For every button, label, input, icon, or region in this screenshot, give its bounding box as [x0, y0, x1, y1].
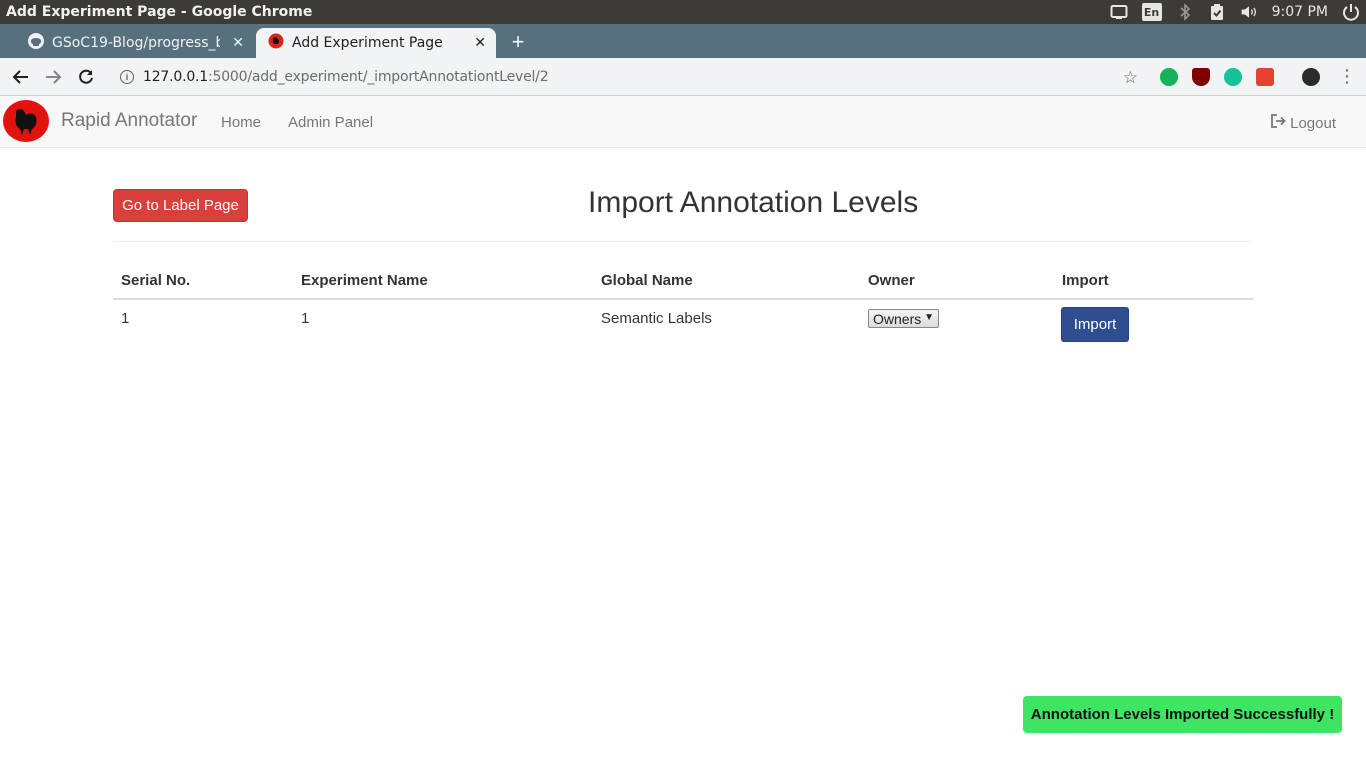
browser-tab-strip: GSoC19-Blog/progress_b ✕ Add Experiment … — [0, 24, 1366, 58]
column-header-serial: Serial No. — [121, 272, 191, 289]
success-toast: Annotation Levels Imported Successfully … — [1023, 696, 1342, 733]
todoist-icon[interactable] — [1256, 68, 1274, 86]
import-button[interactable]: Import — [1061, 307, 1129, 342]
back-arrow-icon[interactable] — [10, 66, 32, 88]
logout-icon — [1271, 114, 1286, 132]
site-info-icon[interactable]: i — [120, 70, 134, 84]
grammarly-icon[interactable] — [1224, 68, 1242, 86]
tab-label: GSoC19-Blog/progress_b — [52, 35, 220, 51]
github-icon — [28, 33, 44, 53]
screen-icon[interactable] — [1110, 3, 1128, 21]
browser-toolbar: i 127.0.0.1:5000/add_experiment/_importA… — [0, 58, 1366, 96]
close-icon[interactable]: ✕ — [232, 35, 244, 51]
nav-admin-panel-link[interactable]: Admin Panel — [288, 114, 373, 131]
bookmark-star-icon[interactable]: ☆ — [1123, 68, 1138, 88]
tab-label: Add Experiment Page — [292, 35, 443, 51]
rooster-favicon-icon — [268, 33, 284, 53]
close-icon[interactable]: ✕ — [474, 35, 486, 51]
table-header-divider — [113, 298, 1253, 300]
bluetooth-icon[interactable] — [1176, 3, 1194, 21]
column-header-import: Import — [1062, 272, 1109, 289]
owner-select[interactable]: Owners ▼ — [868, 309, 939, 328]
reload-icon[interactable] — [75, 66, 97, 88]
new-tab-button[interactable]: + — [506, 30, 530, 54]
column-header-owner: Owner — [868, 272, 915, 289]
page-title: Import Annotation Levels — [588, 186, 919, 219]
divider — [113, 241, 1253, 242]
forward-arrow-icon[interactable] — [42, 66, 64, 88]
column-header-global-name: Global Name — [601, 272, 693, 289]
app-brand[interactable]: Rapid Annotator — [61, 110, 197, 132]
os-top-bar: Add Experiment Page - Google Chrome En 9… — [0, 0, 1366, 24]
rooster-logo-icon[interactable] — [2, 99, 50, 143]
power-icon[interactable] — [1342, 3, 1360, 21]
clipboard-check-icon[interactable] — [1208, 3, 1226, 21]
cell-experiment-name: 1 — [301, 310, 310, 327]
profile-avatar[interactable] — [1302, 68, 1320, 86]
dropdown-arrow-icon: ▼ — [924, 312, 934, 323]
address-bar[interactable]: i 127.0.0.1:5000/add_experiment/_importA… — [110, 62, 1148, 92]
system-tray: En 9:07 PM — [1110, 0, 1360, 24]
tab-gsoc-blog[interactable]: GSoC19-Blog/progress_b ✕ — [16, 28, 254, 58]
keyboard-layout-indicator[interactable]: En — [1141, 3, 1162, 21]
menu-kebab-icon[interactable]: ⋮ — [1338, 66, 1356, 87]
clock[interactable]: 9:07 PM — [1272, 4, 1328, 20]
ublock-icon[interactable] — [1192, 68, 1210, 86]
url-text: 127.0.0.1:5000/add_experiment/_importAnn… — [143, 69, 549, 85]
go-to-label-page-button[interactable]: Go to Label Page — [113, 189, 248, 222]
nav-home-link[interactable]: Home — [221, 114, 261, 131]
volume-icon[interactable] — [1240, 3, 1258, 21]
app-navbar: Rapid Annotator Home Admin Panel Logout — [0, 96, 1366, 148]
cell-global-name: Semantic Labels — [601, 310, 712, 327]
cell-serial: 1 — [121, 310, 130, 327]
extension-chat-icon[interactable] — [1160, 68, 1178, 86]
tab-add-experiment[interactable]: Add Experiment Page ✕ — [256, 28, 496, 58]
logout-link[interactable]: Logout — [1271, 114, 1336, 132]
window-title: Add Experiment Page - Google Chrome — [6, 4, 313, 20]
column-header-experiment-name: Experiment Name — [301, 272, 428, 289]
